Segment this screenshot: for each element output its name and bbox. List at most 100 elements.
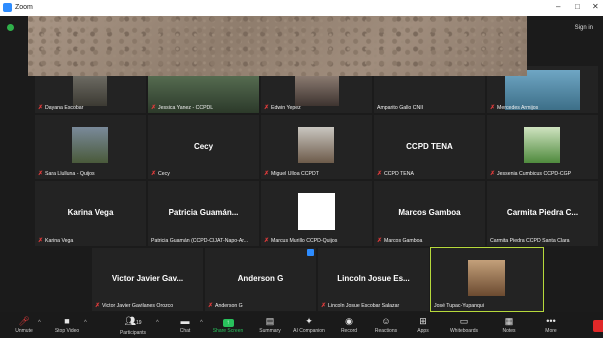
participant-tile[interactable]: ✗ Marcus Murillo CCPD-Quijos [261, 181, 372, 246]
video-feed [298, 127, 334, 163]
mic-muted-icon: ✗ [208, 303, 214, 309]
chat-button[interactable]: ▬ Chat [165, 316, 205, 334]
mic-muted-icon: ✗ [151, 105, 157, 111]
sign-in-link[interactable]: Sign in [575, 25, 593, 31]
participants-button[interactable]: 👥︎19 Participants [113, 316, 153, 336]
app-title: Zoom [3, 3, 33, 12]
video-feed [72, 127, 108, 163]
participant-name: ✗ Victor Javier Gavilanes Orozco [95, 302, 174, 310]
shared-content-preview[interactable] [28, 16, 527, 76]
participant-name: Amparito Gallo CNII [377, 105, 424, 111]
reactions-button[interactable]: ☺ Reactions [366, 316, 406, 334]
participant-name: ✗ Jessica Yanez - CCPDL [151, 104, 214, 112]
participant-display-name: CCPD TENA [406, 141, 453, 151]
mic-muted-icon: ✗ [38, 105, 44, 111]
participant-name: ✗ Marcos Gamboa [377, 237, 423, 245]
ai-companion-button[interactable]: ✦ AI Companion [289, 316, 329, 334]
participants-icon: 👥︎19 [124, 316, 142, 326]
participant-name: Patricia Guamán (CCPD-CIJAT-Napo-Ar... [151, 238, 249, 244]
participant-tile[interactable]: Cecy ✗ Cecy [148, 115, 259, 179]
video-feed [524, 127, 560, 163]
participant-display-name: Patricia Guamán... [168, 208, 239, 218]
chat-icon: ▬ [180, 316, 190, 326]
mic-muted-icon: ✗ [264, 171, 270, 177]
participant-name: José Tupac-Yupanqui [434, 303, 484, 309]
participant-tile[interactable]: Carmita Piedra C... Carmita Piedra CCPD … [487, 181, 598, 246]
participant-display-name: Victor Javier Gav... [111, 274, 184, 284]
audio-options-chevron-icon[interactable]: ^ [38, 320, 41, 326]
more-dots-icon: ••• [546, 316, 556, 326]
notes-button[interactable]: ▦ Notes [489, 316, 529, 334]
video-gallery: Sign in ✗ Dayana Escobar ✗ Jessica Yanez -… [0, 16, 603, 312]
mic-muted-icon: ✗ [38, 171, 44, 177]
participant-display-name: Lincoln Josue Es... [337, 274, 410, 284]
participant-tile[interactable]: Patricia Guamán... Patricia Guamán (CCPD… [148, 181, 259, 246]
participant-display-name: Marcos Gamboa [398, 208, 461, 218]
participant-display-name: Anderson G [237, 274, 284, 284]
reactions-icon: ☺ [381, 316, 391, 326]
share-screen-button[interactable]: ↑ Share Screen [208, 316, 248, 334]
security-shield-icon[interactable] [7, 24, 14, 31]
participant-display-name: Carmita Piedra C... [506, 208, 579, 218]
participant-tile[interactable]: CCPD TENA ✗ CCPD TENA [374, 115, 485, 179]
maximize-icon[interactable]: □ [575, 2, 580, 11]
participant-name: ✗ Anderson G [208, 302, 243, 310]
participant-tile[interactable]: ✗ Miguel Ulloa CCPDT [261, 115, 372, 179]
share-screen-icon: ↑ [222, 319, 234, 327]
end-meeting-button[interactable] [593, 320, 603, 332]
record-button[interactable]: ◉ Record [329, 316, 369, 334]
video-feed [295, 76, 339, 106]
participant-tile[interactable]: Karina Vega ✗ Karina Vega [35, 181, 146, 246]
video-camera-icon: ■ [64, 316, 70, 326]
participants-options-chevron-icon[interactable]: ^ [156, 320, 159, 326]
participant-tile[interactable]: Anderson G ✗ Anderson G [205, 248, 316, 311]
minimize-icon[interactable]: – [556, 2, 560, 11]
mic-muted-icon: ✗ [264, 105, 270, 111]
mic-muted-icon: ✗ [321, 303, 327, 309]
stop-video-button[interactable]: ■ Stop Video [47, 316, 87, 334]
record-icon: ◉ [345, 316, 353, 326]
window-title: Zoom [15, 4, 33, 11]
participant-name: Carmita Piedra CCPD Santa Clara [490, 238, 570, 244]
participant-name: ✗ CCPD TENA [377, 170, 414, 178]
apps-icon: ⊞ [419, 316, 427, 326]
participant-name: ✗ Karina Vega [38, 237, 74, 245]
participant-name: ✗ Sara Llulluna - Quijos [38, 170, 95, 178]
meeting-toolbar: 🎤︎ Unmute ^ ■ Stop Video ^ 👥︎19 Particip… [0, 312, 603, 338]
participant-tile[interactable]: Victor Javier Gav... ✗ Victor Javier Gavi… [92, 248, 203, 311]
participant-tile[interactable]: Marcos Gamboa ✗ Marcos Gamboa [374, 181, 485, 246]
video-feed [73, 76, 107, 106]
zoom-logo-icon [3, 3, 12, 12]
more-button[interactable]: ••• More [531, 316, 571, 334]
participant-tile[interactable]: Lincoln Josue Es... ✗ Lincoln Josue Escob… [318, 248, 429, 311]
participant-name: ✗ Miguel Ulloa CCPDT [264, 170, 319, 178]
whiteboards-button[interactable]: ▭ Whiteboards [444, 316, 484, 334]
mic-muted-icon: ✗ [490, 171, 496, 177]
video-feed [468, 260, 505, 296]
participant-name: ✗ Dayana Escobar [38, 104, 84, 112]
participant-display-name: Cecy [193, 141, 214, 151]
participant-tile[interactable]: ✗ Jessenia Cumbicus CCPD-CGP [487, 115, 598, 179]
mic-muted-icon: ✗ [38, 238, 44, 244]
mic-muted-icon: ✗ [95, 303, 101, 309]
chat-options-chevron-icon[interactable]: ^ [200, 320, 203, 326]
mic-muted-icon: ✗ [151, 171, 157, 177]
participant-tile[interactable]: ✗ Sara Llulluna - Quijos [35, 115, 146, 179]
summary-icon: ▤ [265, 316, 275, 326]
participant-name: ✗ Marcus Murillo CCPD-Quijos [264, 237, 338, 245]
apps-button[interactable]: ⊞ Apps [403, 316, 443, 334]
mic-muted-icon: ✗ [490, 105, 496, 111]
notes-icon: ▦ [504, 316, 514, 326]
video-options-chevron-icon[interactable]: ^ [84, 320, 87, 326]
active-speaker-tile[interactable]: José Tupac-Yupanqui [430, 247, 544, 312]
summary-button[interactable]: ▤ Summary [250, 316, 290, 334]
participant-name: ✗ Lincoln Josue Escobar Salazar [321, 302, 400, 310]
mic-muted-icon: ✗ [377, 171, 383, 177]
whiteboard-icon: ▭ [459, 316, 469, 326]
pin-icon[interactable] [307, 249, 314, 256]
participant-name: ✗ Cecy [151, 170, 170, 178]
mic-muted-icon: ✗ [377, 238, 383, 244]
participant-name: ✗ Jessenia Cumbicus CCPD-CGP [490, 170, 572, 178]
close-icon[interactable]: ✕ [592, 2, 599, 11]
title-bar: Zoom – □ ✕ [0, 0, 603, 16]
